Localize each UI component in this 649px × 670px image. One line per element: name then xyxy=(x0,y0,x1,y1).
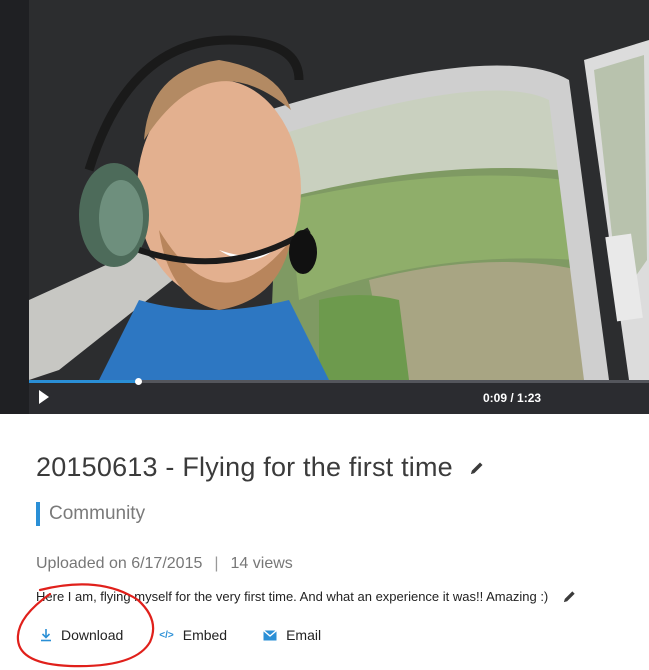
action-bar: Download </> Embed Email xyxy=(40,627,357,643)
seek-bar-progress xyxy=(29,380,138,383)
download-label: Download xyxy=(61,627,124,643)
download-icon xyxy=(40,628,52,642)
video-player[interactable]: 0:09 / 1:23 xyxy=(0,0,649,414)
video-still-image xyxy=(29,0,649,380)
pencil-icon[interactable] xyxy=(562,589,577,604)
embed-label: Embed xyxy=(182,627,228,643)
video-meta: Uploaded on 6/17/2015 | 14 views xyxy=(36,555,293,573)
view-count: 14 views xyxy=(230,555,293,572)
video-description: Here I am, flying myself for the very fi… xyxy=(36,589,549,604)
title-row: 20150613 - Flying for the first time xyxy=(36,452,485,483)
embed-button[interactable]: </> Embed xyxy=(159,627,227,643)
channel-name[interactable]: Community xyxy=(49,503,145,525)
email-button[interactable]: Email xyxy=(263,627,321,643)
channel-accent-bar xyxy=(36,502,40,526)
description-row: Here I am, flying myself for the very fi… xyxy=(36,589,577,604)
player-control-bar: 0:09 / 1:23 xyxy=(29,378,649,414)
download-button[interactable]: Download xyxy=(40,627,123,643)
pencil-icon[interactable] xyxy=(469,460,485,476)
video-title: 20150613 - Flying for the first time xyxy=(36,452,453,482)
play-icon[interactable] xyxy=(39,390,49,404)
upload-date: Uploaded on 6/17/2015 xyxy=(36,555,203,572)
meta-separator: | xyxy=(214,555,219,572)
email-label: Email xyxy=(286,627,322,643)
envelope-icon xyxy=(263,629,278,641)
embed-icon: </> xyxy=(159,629,174,641)
time-display: 0:09 / 1:23 xyxy=(483,391,542,405)
seek-bar[interactable] xyxy=(29,378,649,385)
video-frame[interactable] xyxy=(29,0,649,380)
channel-link[interactable]: Community xyxy=(36,502,145,526)
seek-handle[interactable] xyxy=(134,378,142,385)
